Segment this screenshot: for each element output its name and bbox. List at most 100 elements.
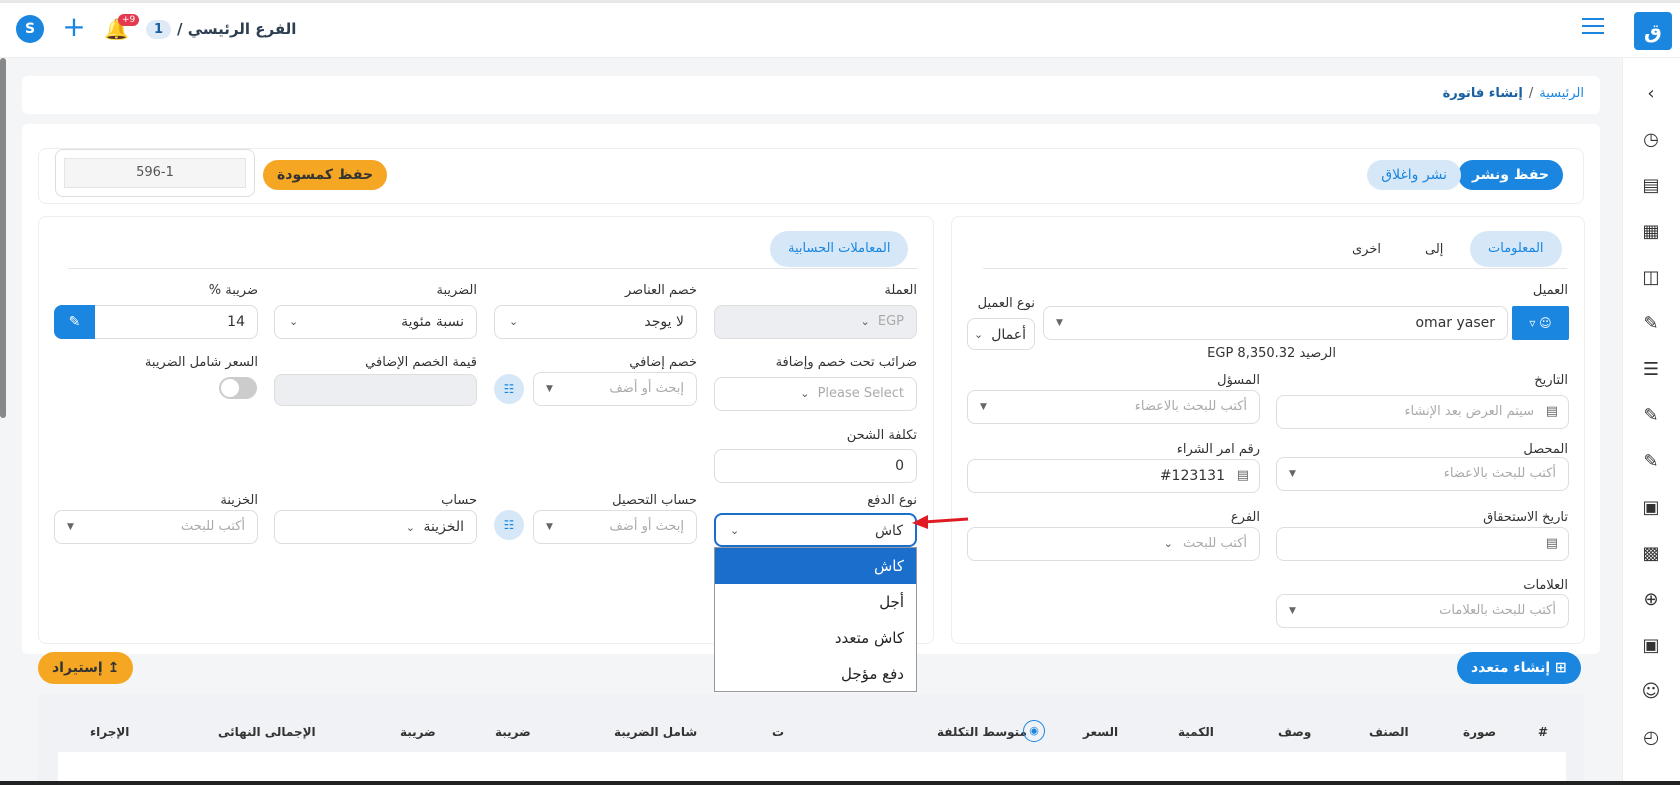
branch-name: الفرع الرئيسي / — [177, 20, 297, 38]
cash-add-icon[interactable]: ▩ — [1639, 542, 1663, 566]
extra-discount-value-label: قيمة الخصم الإضافي — [365, 355, 477, 370]
create-multiple-button[interactable]: إنشاء متعدد ⊞ — [1457, 652, 1581, 684]
responsible-placeholder: أكتب للبحث بالاعضاء — [1134, 399, 1247, 414]
client-filter-button[interactable]: ▿ ☺ — [1512, 306, 1569, 340]
shipping-label: تكلفة الشحن — [846, 428, 917, 443]
caret-down-icon: ▼ — [980, 402, 987, 412]
branch-selector[interactable]: 1 الفرع الرئيسي / — [146, 16, 296, 42]
table-header: السعر — [1083, 725, 1119, 739]
eye-icon[interactable]: ◉ — [1023, 720, 1045, 742]
account-select[interactable]: الخزينة ⌄ — [274, 510, 477, 544]
client-balance: الرصيد EGP 8,350.32 — [1207, 346, 1336, 361]
money-icon[interactable]: ▣ — [1639, 634, 1663, 658]
monitor-icon[interactable]: ▣ — [1639, 496, 1663, 520]
collector-placeholder: أكتب للبحث بالاعضاء — [1443, 466, 1556, 481]
client-label: العميل — [1532, 283, 1568, 298]
tab-calculations[interactable]: المعاملات الحسابية — [770, 231, 909, 267]
shipping-value: 0 — [895, 458, 904, 474]
scrollbar[interactable] — [0, 58, 6, 418]
tab-to[interactable]: إلى — [1425, 242, 1443, 257]
table-header: الإجراء — [90, 725, 130, 739]
due-date-field[interactable]: ▤ — [1276, 527, 1569, 561]
client-type-select[interactable]: أعمال ⌄ — [967, 318, 1035, 350]
calculator-icon[interactable]: ☷ — [494, 374, 524, 404]
tax-type-value: نسبة مئوية — [401, 314, 464, 330]
items-discount-label: خصم العناصر — [624, 283, 697, 298]
taxes-under-placeholder: Please Select — [817, 386, 904, 401]
branch-select[interactable]: أكتب للبحث ⌄ — [967, 527, 1260, 561]
publish-close-button[interactable]: نشر واغلاق — [1367, 160, 1461, 190]
save-draft-button[interactable]: حفظ كمسودة — [263, 160, 388, 190]
dropdown-option-multi-cash[interactable]: كاش متعدد — [715, 620, 916, 656]
invoice-number-field[interactable]: 596-1 — [64, 158, 246, 188]
calculator-icon[interactable]: ☷ — [494, 510, 524, 540]
collection-account-select[interactable]: إبحث أو أضف ▼ — [533, 510, 697, 544]
invoice-icon[interactable]: ▤ — [1639, 174, 1663, 198]
chevron-down-icon: ⌄ — [509, 315, 519, 328]
menu-icon[interactable] — [1582, 18, 1604, 36]
table-header: الصنف — [1369, 725, 1409, 739]
chevron-down-icon: ⌄ — [289, 315, 299, 328]
user-document-icon[interactable]: ☺ — [1639, 680, 1663, 704]
taxes-under-select[interactable]: Please Select ⌄ — [714, 377, 917, 411]
date-field[interactable]: ▤ سيتم العرض بعد الإنشاء — [1276, 395, 1569, 429]
breadcrumb: الرئيسية / إنشاء فاتورة — [22, 76, 1600, 114]
extra-discount-select[interactable]: إبحث أو أضف ▼ — [533, 372, 697, 406]
dropdown-option-credit[interactable]: أجل — [715, 584, 916, 620]
document-edit-icon[interactable]: ✎ — [1639, 312, 1663, 336]
table-header: شامل الضريبة — [614, 725, 698, 739]
tax-percent-label: ضريبة % — [208, 283, 258, 298]
document-sign-icon[interactable]: ✎ — [1639, 450, 1663, 474]
brand-logo[interactable]: ق — [1634, 12, 1672, 50]
import-button[interactable]: إستيراد ↥ — [38, 652, 134, 684]
tab-other[interactable]: اخرى — [1352, 242, 1381, 257]
client-type-value: أعمال — [991, 327, 1026, 343]
save-publish-button[interactable]: حفظ ونشر — [1458, 160, 1563, 190]
tax-percent-value: 14 — [227, 314, 245, 330]
breadcrumb-home[interactable]: الرئيسية — [1539, 86, 1584, 101]
caret-down-icon: ▼ — [546, 522, 553, 532]
chevron-down-icon: ⌄ — [730, 524, 740, 537]
app-logo-icon[interactable]: S — [16, 15, 44, 43]
branch-badge: 1 — [146, 19, 172, 39]
collector-select[interactable]: أكتب للبحث بالاعضاء ▼ — [1276, 457, 1569, 491]
table-header: ضريبة — [400, 725, 436, 739]
invoice-number-box: 596-1 — [55, 149, 255, 197]
date-placeholder: سيتم العرض بعد الإنشاء — [1404, 404, 1534, 419]
branch-label: الفرع — [1230, 510, 1260, 525]
dropdown-option-deferred[interactable]: دفع مؤجل — [715, 656, 916, 692]
price-incl-tax-toggle[interactable] — [219, 377, 257, 399]
add-icon[interactable]: + — [60, 13, 88, 42]
report-icon[interactable]: ◴ — [1639, 726, 1663, 750]
caret-down-icon: ▼ — [546, 384, 553, 394]
dashboard-icon[interactable]: ◷ — [1639, 128, 1663, 152]
dropdown-option-cash[interactable]: كاش — [715, 548, 916, 584]
caret-down-icon: ▼ — [1056, 318, 1063, 328]
shipping-field[interactable]: 0 — [714, 449, 917, 483]
payment-type-select[interactable]: كاش ⌄ — [714, 513, 917, 547]
document-code-icon[interactable]: ◫ — [1639, 266, 1663, 290]
tags-select[interactable]: أكتب للبحث بالعلامات ▼ — [1276, 594, 1569, 628]
table-header: صورة — [1463, 725, 1497, 739]
table-header: متوسط التكلفة — [937, 725, 1027, 739]
tax-type-select[interactable]: نسبة مئوية ⌄ — [274, 305, 477, 339]
po-field[interactable]: ▤ #123131 — [967, 459, 1260, 493]
payment-type-label: نوع الدفع — [867, 493, 917, 508]
chevron-left-icon[interactable]: ‹ — [1639, 82, 1663, 106]
eyedropper-icon[interactable]: ✎ — [54, 305, 95, 339]
document-icon: ▤ — [1236, 468, 1249, 483]
collection-account-placeholder: إبحث أو أضف — [609, 519, 684, 534]
items-discount-select[interactable]: لا يوجد ⌄ — [494, 305, 697, 339]
client-select[interactable]: omar yaser ▼ — [1043, 306, 1508, 340]
store-icon[interactable]: ▦ — [1639, 220, 1663, 244]
document-pen-icon[interactable]: ✎ — [1639, 404, 1663, 428]
document-add-icon[interactable]: ⊕ — [1639, 588, 1663, 612]
tab-info[interactable]: المعلومات — [1470, 231, 1562, 267]
responsible-select[interactable]: أكتب للبحث بالاعضاء ▼ — [967, 390, 1260, 424]
client-value: omar yaser — [1415, 315, 1495, 331]
due-date-label: تاريخ الاستحقاق — [1483, 510, 1568, 525]
treasury-select[interactable]: أكتب للبحث ▼ — [54, 510, 258, 544]
currency-select[interactable]: EGP ⌄ — [714, 305, 917, 339]
price-incl-tax-label: السعر شامل الضريبة — [144, 355, 258, 370]
document-list-icon[interactable]: ☰ — [1639, 358, 1663, 382]
